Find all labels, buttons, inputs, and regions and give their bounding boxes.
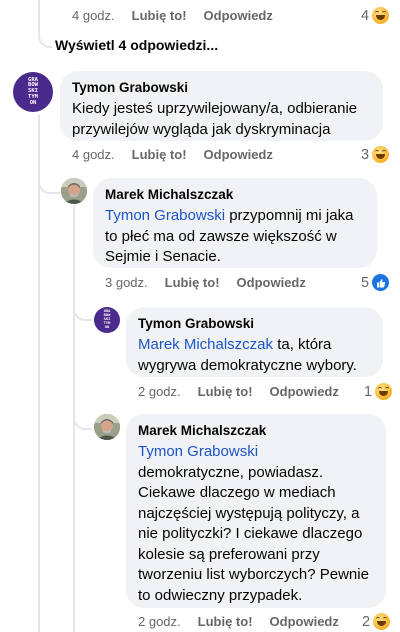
comment-text: Kiedy jesteś uprzywilejowany/a, odbieran… xyxy=(72,100,358,138)
comment-time: 4 godz. xyxy=(72,8,115,23)
reply-button[interactable]: Odpowiedz xyxy=(237,275,306,290)
comment-author[interactable]: Marek Michalszczak xyxy=(138,422,374,440)
avatar-logo: GRA BOW SKI TYM ON xyxy=(103,309,111,329)
avatar[interactable]: GRA BOW SKI TYM ON xyxy=(94,307,120,333)
reaction-summary[interactable]: 1 xyxy=(364,383,393,400)
thread-hook-view-replies xyxy=(38,10,52,48)
view-replies-link[interactable]: Wyświetl 4 odpowiedzi... xyxy=(55,37,218,53)
comment-text: Marek Michalszczak ta, która wygrywa dem… xyxy=(138,336,357,374)
action-row: 4 godz. Lubię to! Odpowiedz xyxy=(72,147,290,162)
comment-text: Tymon Grabowski demokratyczne, powiadasz.… xyxy=(138,443,369,604)
reaction-summary-top[interactable]: 4 xyxy=(361,7,390,24)
comment-bubble: Tymon Grabowski Marek Michalszczak ta, k… xyxy=(126,307,383,377)
thread-hook-reply-3 xyxy=(73,400,92,430)
like-button[interactable]: Lubię to! xyxy=(132,8,187,23)
avatar[interactable] xyxy=(61,178,87,204)
comment-author[interactable]: Marek Michalszczak xyxy=(105,186,365,204)
reaction-summary[interactable]: 3 xyxy=(361,146,390,163)
avatar-logo: GRA BOW SKI TYM ON xyxy=(28,76,38,106)
like-button[interactable]: Lubię to! xyxy=(198,384,253,399)
avatar[interactable] xyxy=(94,414,120,440)
action-row-top: 4 godz. Lubię to! Odpowiedz xyxy=(72,8,290,23)
like-button[interactable]: Lubię to! xyxy=(198,614,253,629)
haha-emoji-icon xyxy=(372,146,390,163)
like-icon xyxy=(372,274,390,291)
mention-link[interactable]: Tymon Grabowski xyxy=(105,207,225,224)
reaction-count: 5 xyxy=(361,274,370,291)
comment-bubble: Marek Michalszczak Tymon Grabowski demokr… xyxy=(126,414,386,608)
comment-bubble: Tymon Grabowski Kiedy jesteś uprzywilejo… xyxy=(60,71,383,141)
haha-emoji-icon xyxy=(372,7,390,24)
reply-button[interactable]: Odpowiedz xyxy=(270,384,339,399)
mention-link[interactable]: Tymon Grabowski xyxy=(138,443,258,460)
mention-link[interactable]: Marek Michalszczak xyxy=(138,336,273,353)
reaction-count: 2 xyxy=(362,613,371,630)
comment-text: Tymon Grabowski przypomnij mi jaka to pł… xyxy=(105,207,354,265)
reaction-count: 4 xyxy=(361,7,370,24)
reaction-summary[interactable]: 2 xyxy=(362,613,391,630)
comment-bubble: Marek Michalszczak Tymon Grabowski przyp… xyxy=(93,178,377,268)
thread-hook-reply-1 xyxy=(38,168,60,194)
avatar[interactable]: GRA BOW SKI TYM ON xyxy=(13,72,53,112)
reply-button[interactable]: Odpowiedz xyxy=(204,147,273,162)
avatar-photo-icon xyxy=(94,414,120,440)
action-row: 2 godz. Lubię to! Odpowiedz xyxy=(138,614,356,629)
haha-emoji-icon xyxy=(375,383,393,400)
reply-button[interactable]: Odpowiedz xyxy=(270,614,339,629)
haha-emoji-icon xyxy=(373,613,391,630)
comment-author[interactable]: Tymon Grabowski xyxy=(72,79,371,97)
reaction-count: 3 xyxy=(361,146,370,163)
comment-time: 2 godz. xyxy=(138,384,181,399)
avatar-photo-icon xyxy=(61,178,87,204)
comment-time: 3 godz. xyxy=(105,275,148,290)
reaction-summary[interactable]: 5 xyxy=(361,274,390,291)
like-button[interactable]: Lubię to! xyxy=(132,147,187,162)
comment-time: 4 godz. xyxy=(72,147,115,162)
reply-button[interactable]: Odpowiedz xyxy=(204,8,273,23)
thread-hook-reply-2 xyxy=(73,295,92,321)
action-row: 2 godz. Lubię to! Odpowiedz xyxy=(138,384,356,399)
reaction-count: 1 xyxy=(364,383,373,400)
comment-author[interactable]: Tymon Grabowski xyxy=(138,315,371,333)
comment-time: 2 godz. xyxy=(138,614,181,629)
action-row: 3 godz. Lubię to! Odpowiedz xyxy=(105,275,323,290)
like-button[interactable]: Lubię to! xyxy=(165,275,220,290)
thread-line-main xyxy=(38,115,40,632)
